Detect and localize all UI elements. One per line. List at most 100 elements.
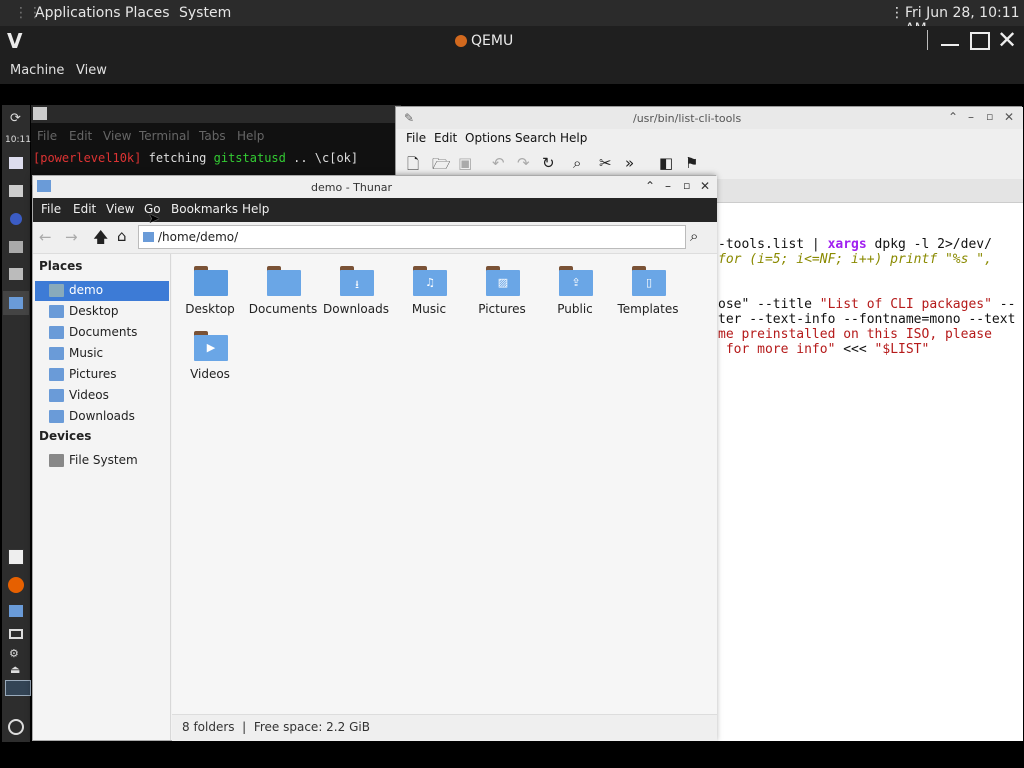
location-bar[interactable]: /home/demo/ (138, 225, 686, 249)
code-line-6: for more info" <<< "$LIST" (718, 342, 930, 357)
sidebar-item-desktop[interactable]: Desktop (35, 302, 169, 322)
folder-desktop[interactable]: Desktop (173, 262, 247, 322)
jump-icon[interactable]: » (625, 154, 634, 172)
sidebar-item-documents[interactable]: Documents (35, 323, 169, 343)
thunar-menu-view[interactable]: View (106, 202, 134, 216)
redo-icon[interactable]: ↷ (517, 154, 530, 172)
editor-minimize-icon[interactable]: – (968, 110, 974, 124)
editor-menu-help[interactable]: Help (560, 131, 587, 145)
save-icon[interactable]: ▣ (458, 154, 472, 172)
folder-pictures[interactable]: ▨ Pictures (465, 262, 539, 322)
terminal-launcher-icon[interactable] (9, 241, 23, 253)
thunar-maximize-icon[interactable]: ▫ (683, 179, 690, 192)
term-menu-help[interactable]: Help (237, 129, 264, 143)
thunar-minimize-icon[interactable]: – (665, 179, 671, 193)
status-text: 8 folders | Free space: 2.2 GiB (182, 720, 370, 734)
thunar-menu-help[interactable]: Help (242, 202, 269, 216)
system-menu[interactable]: System (179, 5, 231, 21)
refresh-icon[interactable]: ⟳ (10, 111, 21, 126)
code-line-4: ter --text-info --fontname=mono --text (718, 312, 1016, 327)
terminal-app-icon[interactable] (8, 549, 24, 565)
terminal-icon (33, 107, 47, 120)
close-icon[interactable]: ✕ (997, 26, 1017, 54)
panel-clock[interactable]: 10:11 (5, 135, 31, 145)
folder-documents[interactable]: Documents (246, 262, 320, 322)
thunar-icon-view[interactable]: Desktop Documents ⭳ Downloads ♫ Music ▨ … (172, 254, 717, 714)
host-top-panel: ⋮⋮ Applications Places System ⋮ Fri Jun … (0, 0, 1024, 37)
music-note-icon: ♫ (425, 276, 435, 289)
search-icon[interactable]: ⌕ (690, 227, 698, 245)
folder-videos[interactable]: ▶ Videos (173, 327, 247, 387)
editor-roll-icon[interactable]: ⌃ (948, 110, 958, 124)
term-menu-edit[interactable]: Edit (69, 129, 92, 143)
guest-side-panel: ⟳ 10:11 ⚙ ⏏ (2, 105, 31, 742)
thunar-close-icon[interactable]: ✕ (700, 179, 710, 193)
editor-menu-edit[interactable]: Edit (434, 131, 457, 145)
forward-icon[interactable]: → (65, 228, 78, 246)
globe-icon[interactable] (10, 213, 22, 225)
eject-icon[interactable]: ⏏ (10, 663, 20, 676)
term-menu-tabs[interactable]: Tabs (199, 129, 226, 143)
firefox-icon[interactable] (8, 577, 24, 593)
undo-icon[interactable]: ↶ (492, 154, 505, 172)
files-app-icon[interactable] (9, 605, 23, 617)
reload-icon[interactable]: ↻ (542, 154, 555, 172)
thunar-menu-file[interactable]: File (41, 202, 61, 216)
search-icon[interactable]: ⌕ (573, 154, 581, 172)
back-icon[interactable]: ← (39, 228, 52, 246)
thunar-menu-bookmarks[interactable]: Bookmarks (171, 202, 238, 216)
sidebar-item-videos[interactable]: Videos (35, 386, 169, 406)
editor-menu-file[interactable]: File (406, 131, 426, 145)
applications-menu[interactable]: Applications (35, 5, 121, 21)
sidebar-item-music[interactable]: Music (35, 344, 169, 364)
maximize-icon[interactable] (970, 32, 990, 50)
drive-icon (49, 454, 64, 467)
thunar-sidebar: Places demo Desktop Documents Music Pict… (33, 254, 171, 740)
display-icon[interactable] (9, 629, 23, 639)
gauge-icon[interactable] (8, 719, 24, 735)
term-menu-file[interactable]: File (37, 129, 57, 143)
sidebar-item-pictures[interactable]: Pictures (35, 365, 169, 385)
editor-titlebar[interactable]: ✎ /usr/bin/list-cli-tools ⌃ – ▫ ✕ (396, 107, 1023, 129)
editor-menu-search[interactable]: Search (515, 131, 556, 145)
replace-icon[interactable]: ✂ (599, 154, 612, 172)
folder-public[interactable]: ⇪ Public (538, 262, 612, 322)
view-menu[interactable]: View (76, 63, 107, 78)
thunar-roll-icon[interactable]: ⌃ (645, 179, 655, 193)
terminal-titlebar[interactable] (31, 105, 401, 123)
folder-templates[interactable]: ▯ Templates (611, 262, 685, 322)
network-icon[interactable]: ⚙ (9, 647, 19, 660)
editor-menubar: File Edit Options Search Help (396, 129, 1023, 149)
thunar-task-icon (9, 297, 23, 309)
thunar-menu-edit[interactable]: Edit (73, 202, 96, 216)
term-menu-terminal[interactable]: Terminal (139, 129, 190, 143)
editor-maximize-icon[interactable]: ▫ (986, 110, 993, 123)
sidebar-item-demo[interactable]: demo (35, 281, 169, 301)
bookmark-icon[interactable]: ⚑ (685, 154, 698, 172)
folder-music[interactable]: ♫ Music (392, 262, 466, 322)
thunar-window[interactable]: demo - Thunar ⌃ – ▫ ✕ File Edit View Go … (32, 175, 717, 741)
thunar-titlebar[interactable]: demo - Thunar ⌃ – ▫ ✕ (33, 176, 717, 198)
minimize-icon[interactable] (941, 44, 959, 46)
qemu-titlebar: V QEMU ✕ (0, 26, 1024, 58)
sidebar-item-downloads[interactable]: Downloads (35, 407, 169, 427)
code-line-1: -tools.list | xargs dpkg -l 2>/dev/ (718, 237, 992, 252)
image-icon[interactable] (9, 268, 23, 280)
folder-downloads[interactable]: ⭳ Downloads (319, 262, 393, 322)
home-icon[interactable]: ⌂ (117, 227, 127, 245)
editor-close-icon[interactable]: ✕ (1004, 110, 1014, 124)
sidepane-icon[interactable]: ◧ (659, 154, 673, 172)
workspace-switcher[interactable] (5, 680, 31, 696)
places-menu[interactable]: Places (125, 5, 170, 21)
term-menu-view[interactable]: View (103, 129, 131, 143)
editor-launcher-icon[interactable] (9, 185, 23, 197)
machine-menu[interactable]: Machine (10, 63, 64, 78)
editor-menu-options[interactable]: Options (465, 131, 511, 145)
launcher-icon[interactable] (9, 157, 23, 169)
terminal-window[interactable]: File Edit View Terminal Tabs Help [power… (31, 105, 401, 185)
sidebar-item-filesystem[interactable]: File System (35, 451, 169, 471)
up-icon[interactable]: 🡅 (93, 227, 108, 252)
thunar-toolbar: ← → 🡅 ⌂ /home/demo/ ⌕ (33, 222, 717, 254)
terminal-menubar: File Edit View Terminal Tabs Help (31, 125, 401, 145)
qemu-icon (455, 35, 467, 47)
